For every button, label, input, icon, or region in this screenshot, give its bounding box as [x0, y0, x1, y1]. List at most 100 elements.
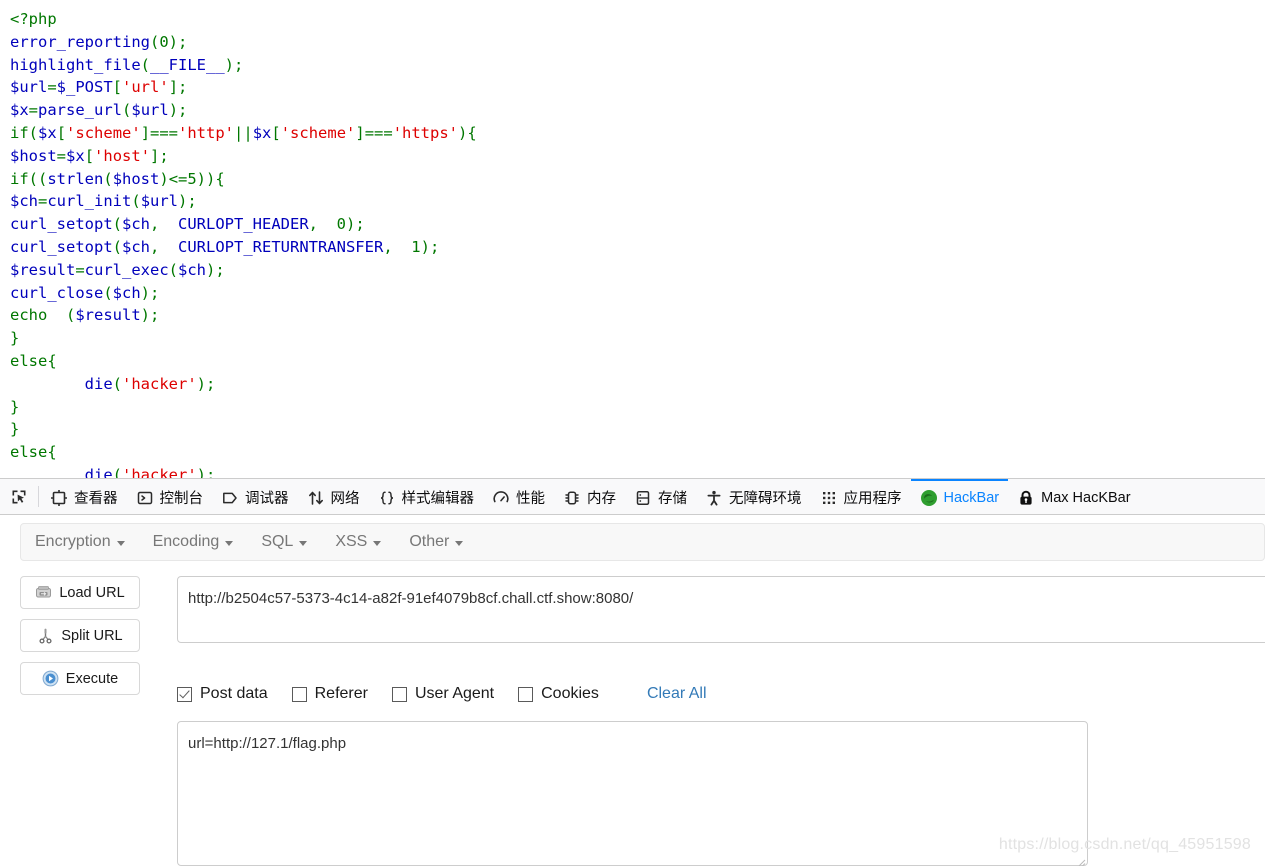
code-token: ,	[150, 215, 178, 234]
button-label: Split URL	[61, 627, 123, 644]
hackbar-menu-label: Other	[409, 533, 450, 550]
split-url-button[interactable]: Split URL	[20, 619, 140, 652]
execute-button[interactable]: Execute	[20, 662, 140, 695]
code-token: $host	[10, 146, 57, 165]
code-token: $ch	[112, 283, 141, 302]
option-referer[interactable]: Referer	[291, 685, 368, 703]
devtools-tab-label: 控制台	[159, 491, 204, 507]
code-line: error_reporting(0);	[10, 31, 1265, 54]
checkbox-referer[interactable]	[291, 686, 307, 702]
devtools-tab-控制台[interactable]: 控制台	[127, 479, 213, 514]
code-token: ];	[150, 146, 169, 165]
code-token: 'scheme'	[66, 123, 141, 142]
checkbox-user-agent[interactable]	[391, 686, 407, 702]
hackbar-menu-encryption[interactable]: Encryption	[21, 524, 139, 560]
style-editor-icon	[378, 489, 396, 507]
code-token: }	[10, 397, 20, 416]
code-line: curl_setopt($ch, CURLOPT_RETURNTRANSFER,…	[10, 236, 1265, 259]
devtools-tab-查看器[interactable]: 查看器	[41, 479, 127, 514]
code-token: 'http'	[178, 123, 235, 142]
hackbar-menu-xss[interactable]: XSS	[321, 524, 395, 560]
code-line: <?php	[10, 8, 1265, 31]
hackbar-menu-sql[interactable]: SQL	[247, 524, 321, 560]
load-url-button[interactable]: Load URL	[20, 576, 140, 609]
hackbar-options-row: Post data Referer User Agent Cookies Clear A…	[177, 685, 707, 703]
devtools-tab-应用程序[interactable]: 应用程序	[811, 479, 911, 514]
devtools-tab-hackbar[interactable]: HackBar	[910, 479, 1009, 514]
code-token: (	[112, 465, 122, 478]
option-label: Cookies	[541, 685, 599, 702]
devtools-tab-存储[interactable]: 存储	[625, 479, 696, 514]
chevron-down-icon	[225, 541, 234, 546]
checkbox-post-data[interactable]	[177, 686, 192, 702]
application-icon	[820, 489, 838, 507]
code-token: $x	[10, 101, 29, 120]
devtools-tab-label: 调试器	[245, 491, 289, 507]
code-token: curl_close	[10, 283, 104, 302]
hackbar-menu-label: Encoding	[152, 533, 220, 550]
devtools-tab-label: 查看器	[74, 491, 118, 507]
code-token: 'url'	[122, 78, 169, 97]
devtools-tab-调试器[interactable]: 调试器	[212, 479, 298, 514]
code-token: parse_url	[38, 101, 123, 120]
option-post-data[interactable]: Post data	[177, 685, 268, 703]
checkbox-cookies[interactable]	[518, 686, 534, 702]
devtools-tab-性能[interactable]: 性能	[483, 479, 554, 514]
url-input[interactable]	[177, 576, 1265, 643]
devtools-tab-内存[interactable]: 内存	[554, 479, 625, 514]
code-token: CURLOPT_HEADER	[178, 215, 309, 234]
devtools-tab-list: 查看器 控制台 调试器 网络 样式编辑器 性能 内存 存储 无障碍环境 应用程序 HackBar Ma…	[41, 479, 1265, 514]
code-token: ){	[458, 123, 477, 142]
code-token: (	[103, 169, 113, 188]
code-token: =	[38, 192, 48, 211]
hackbar-menu-label: XSS	[335, 533, 368, 550]
code-token: );	[168, 101, 188, 120]
hackbar-menu-other[interactable]: Other	[395, 524, 477, 560]
code-token: =	[47, 78, 57, 97]
code-token: (	[112, 237, 122, 256]
devtools-tab-网络[interactable]: 网络	[298, 479, 369, 514]
php-source-code: <?php error_reporting(0); highlight_file(_…	[0, 0, 1265, 478]
code-token: curl_init	[47, 192, 132, 211]
chevron-down-icon	[116, 541, 125, 546]
code-line: if((strlen($host)<=5)){	[10, 168, 1265, 191]
code-token: curl_setopt	[10, 215, 113, 234]
code-token: (	[168, 260, 179, 279]
storage-icon	[634, 489, 652, 507]
code-token: $x	[66, 146, 85, 165]
devtools-tab-样式编辑器[interactable]: 样式编辑器	[369, 479, 484, 514]
code-token: (	[112, 215, 122, 234]
code-token: $ch	[178, 260, 207, 279]
code-token: }	[10, 329, 20, 348]
code-token: ]===	[140, 123, 179, 142]
code-line: die('hacker');	[10, 464, 1265, 478]
post-data-input[interactable]	[177, 721, 1088, 866]
option-user-agent[interactable]: User Agent	[391, 685, 494, 703]
clear-all-link[interactable]: Clear All	[647, 685, 707, 703]
hackbar-panel: Encryption Encoding SQL XSS Other Load URL Sp…	[0, 515, 1265, 866]
code-token: $ch	[122, 215, 150, 234]
debugger-icon	[221, 489, 239, 507]
code-token: , 0);	[308, 215, 365, 234]
element-picker-button[interactable]	[0, 479, 38, 514]
code-token: (	[122, 101, 132, 120]
code-token: if	[10, 169, 29, 188]
option-cookies[interactable]: Cookies	[518, 685, 599, 703]
devtools-tab-max-hackbar[interactable]: Max HacKBar	[1008, 479, 1139, 514]
devtools-tab-无障碍环境[interactable]: 无障碍环境	[696, 479, 811, 514]
devtools-tab-label: HackBar	[943, 489, 1000, 506]
code-token: );	[140, 283, 160, 302]
code-token: $_POST	[56, 78, 113, 97]
code-token: <?php	[10, 10, 57, 28]
code-token: ||	[234, 123, 253, 142]
chevron-down-icon	[373, 541, 382, 546]
code-line: }	[10, 327, 1265, 350]
hackbar-menu-encoding[interactable]: Encoding	[139, 524, 248, 560]
hackbar-body: Load URL Split URL Execute Post data Refere…	[0, 572, 1265, 866]
code-token: curl_setopt	[10, 237, 113, 256]
hackbar-menubar: Encryption Encoding SQL XSS Other	[20, 523, 1265, 561]
code-token: );	[140, 306, 160, 325]
code-line: $ch=curl_init($url);	[10, 190, 1265, 213]
code-token: }	[10, 420, 20, 439]
code-line: $host=$x['host'];	[10, 145, 1265, 168]
